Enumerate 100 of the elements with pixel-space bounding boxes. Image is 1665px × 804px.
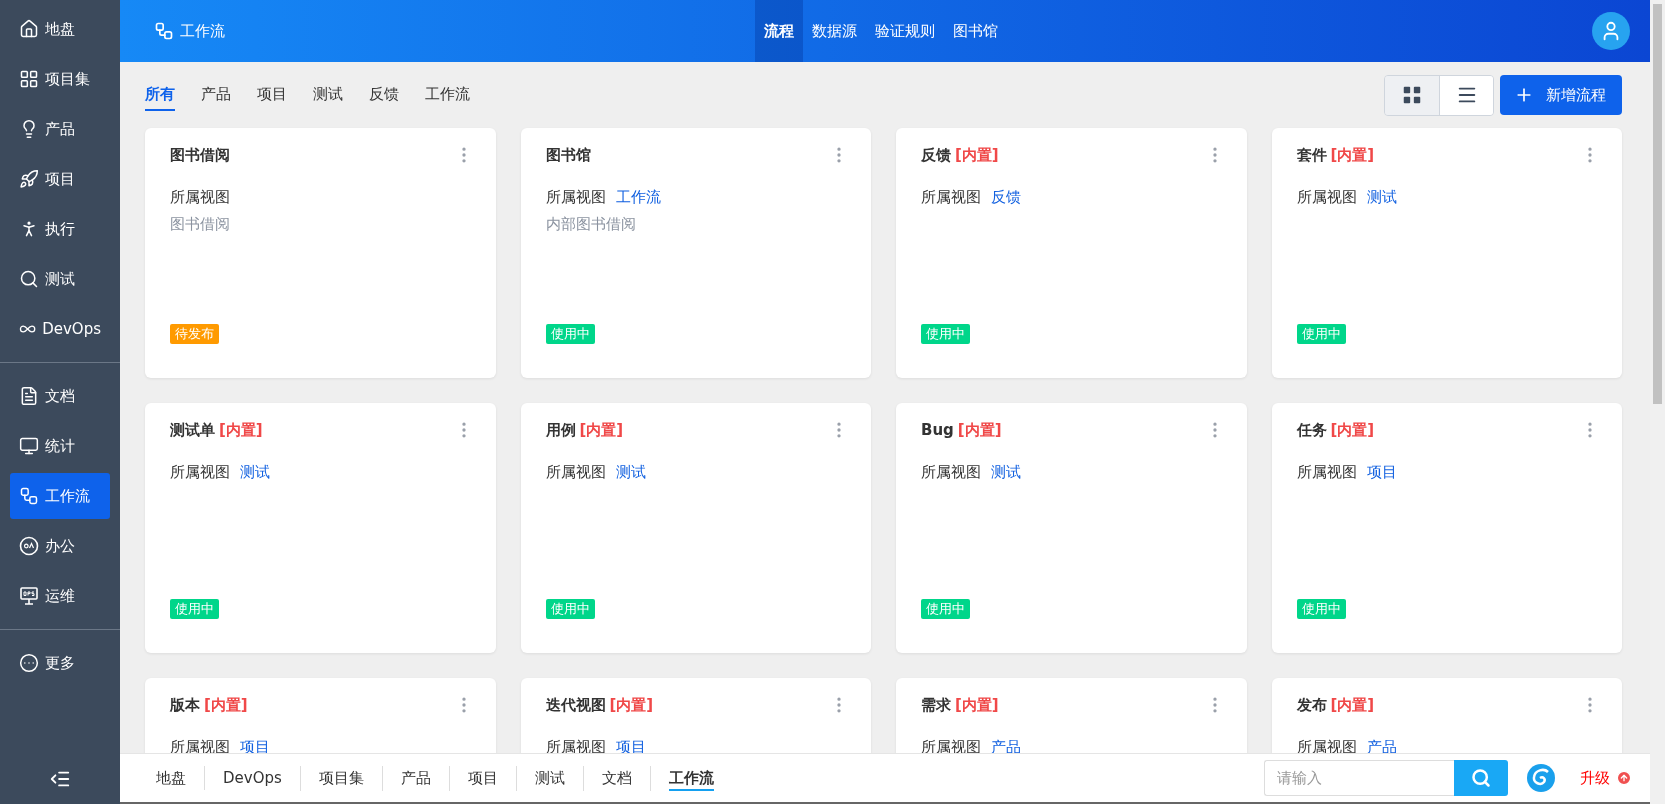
card-description: 图书借阅: [170, 214, 231, 235]
card-title: 任务 [内置]: [1296, 420, 1375, 440]
workflow-card[interactable]: 图书借阅 所属视图 图书借阅 待发布: [145, 128, 496, 378]
filter-tab[interactable]: 测试: [313, 79, 343, 111]
header-nav-tab[interactable]: 流程: [755, 0, 803, 62]
header-nav-tab[interactable]: 验证规则: [866, 0, 944, 62]
filter-tab[interactable]: 产品: [201, 79, 231, 111]
sidebar-item[interactable]: 办公: [10, 523, 110, 569]
workflow-card[interactable]: 测试单 [内置] 所属视图 测试 使用中: [145, 403, 496, 653]
sidebar-item[interactable]: 更多: [10, 640, 110, 686]
header-title: 工作流: [180, 21, 225, 41]
card-description: 内部图书借阅: [545, 214, 637, 235]
card-title: 发布 [内置]: [1296, 695, 1375, 715]
view-link[interactable]: 产品: [1366, 736, 1397, 753]
status-tag: 使用中: [170, 599, 219, 619]
search-button[interactable]: [1454, 760, 1508, 796]
status-tag: 使用中: [921, 324, 970, 344]
view-link[interactable]: 反馈: [991, 186, 1021, 208]
view-label: 所属视图: [545, 462, 606, 483]
bottom-tab[interactable]: 地盘: [138, 765, 204, 791]
view-label: 所属视图: [170, 187, 230, 208]
status-tag: 使用中: [545, 324, 595, 344]
filter-tab[interactable]: 工作流: [425, 79, 470, 111]
search-field[interactable]: 请输入: [1264, 760, 1454, 796]
workflow-card[interactable]: 反馈 [内置] 所属视图 反馈 使用中: [896, 128, 1247, 378]
card-title: 图书借阅: [170, 145, 230, 165]
view-link[interactable]: 测试: [991, 461, 1021, 483]
card-title: Bug [内置]: [921, 420, 1002, 440]
bottom-tab[interactable]: 项目集: [299, 765, 382, 791]
nav-icon: [19, 436, 39, 456]
filter-tab[interactable]: 反馈: [369, 79, 399, 111]
view-label: 所属视图: [921, 462, 981, 483]
card-title: 图书馆: [545, 145, 591, 165]
view-link[interactable]: 测试: [1366, 186, 1397, 208]
bottom-tab[interactable]: 项目: [448, 765, 516, 791]
view-label: 所属视图: [1296, 462, 1357, 483]
sidebar-item[interactable]: 运维: [10, 573, 110, 619]
bottom-tab[interactable]: DevOps: [204, 766, 300, 790]
bottom-tab[interactable]: 文档: [582, 765, 650, 791]
card-title: 迭代视图 [内置]: [545, 695, 654, 715]
view-link[interactable]: 测试: [240, 461, 270, 483]
workflow-card[interactable]: Bug [内置] 所属视图 测试 使用中: [896, 403, 1247, 653]
filter-tab[interactable]: 所有: [145, 79, 175, 111]
view-link[interactable]: 产品: [991, 736, 1021, 753]
sidebar-item[interactable]: DevOps: [10, 306, 110, 352]
list-view-button[interactable]: [1439, 75, 1493, 115]
card-title: 需求 [内置]: [921, 695, 999, 715]
nav-icon: [19, 386, 39, 406]
nav-icon: [19, 169, 39, 189]
arrow-up-icon: [1616, 770, 1632, 786]
view-label: 所属视图: [545, 187, 606, 208]
grid-icon: [1401, 84, 1423, 106]
bottom-tab[interactable]: 测试: [515, 765, 583, 791]
sidebar-item[interactable]: 地盘: [10, 6, 110, 52]
sidebar-item[interactable]: 执行: [10, 206, 110, 252]
nav-icon: [19, 486, 39, 506]
upgrade-link[interactable]: 升级: [1580, 768, 1632, 788]
card-title: 反馈 [内置]: [921, 145, 999, 165]
view-label: 所属视图: [170, 462, 230, 483]
view-label: 所属视图: [1296, 187, 1357, 208]
card-title: 测试单 [内置]: [170, 420, 263, 440]
add-flow-button[interactable]: 新增流程: [1500, 75, 1622, 115]
sidebar-item[interactable]: 项目: [10, 156, 110, 202]
workflow-card[interactable]: 用例 [内置] 所属视图 测试 使用中: [520, 403, 871, 653]
status-tag: 使用中: [545, 599, 595, 619]
header-nav-tab[interactable]: 图书馆: [944, 0, 1007, 62]
status-tag: 使用中: [1296, 324, 1346, 344]
status-tag: 待发布: [170, 324, 219, 344]
swirl-logo-icon[interactable]: [1526, 763, 1556, 793]
card-title: 用例 [内置]: [545, 420, 624, 440]
bottom-tab[interactable]: 工作流: [649, 765, 732, 791]
workflow-card[interactable]: 任务 [内置] 所属视图 项目 使用中: [1271, 403, 1622, 653]
view-link[interactable]: 测试: [615, 461, 646, 483]
sidebar-item[interactable]: 测试: [10, 256, 110, 302]
grid-view-button[interactable]: [1385, 75, 1439, 115]
circle-badge-icon: [19, 536, 39, 556]
filter-tab[interactable]: 项目: [257, 79, 287, 111]
avatar[interactable]: [1592, 12, 1630, 50]
view-label: 所属视图: [921, 187, 981, 208]
card-title: 套件 [内置]: [1296, 145, 1375, 165]
sidebar-item[interactable]: 产品: [10, 106, 110, 152]
workflow-icon: [154, 21, 174, 41]
bottom-tab[interactable]: 产品: [381, 765, 449, 791]
status-tag: 使用中: [1296, 599, 1346, 619]
workflow-card[interactable]: 套件 [内置] 所属视图 测试 使用中: [1271, 128, 1622, 378]
nav-icon: [19, 19, 39, 39]
nav-icon: [19, 269, 39, 289]
status-tag: 使用中: [921, 599, 970, 619]
view-link[interactable]: 工作流: [615, 186, 661, 208]
sidebar-item[interactable]: 文档: [10, 373, 110, 419]
nav-icon: [19, 653, 39, 673]
view-link[interactable]: 项目: [1366, 461, 1397, 483]
monitor-badge-icon: [19, 586, 39, 606]
sidebar-item[interactable]: 项目集: [10, 56, 110, 102]
sidebar-item[interactable]: 统计: [10, 423, 110, 469]
sidebar-item[interactable]: 工作流: [10, 473, 110, 519]
header-nav-tab[interactable]: 数据源: [803, 0, 866, 62]
workflow-card[interactable]: 图书馆 所属视图 工作流 内部图书借阅 使用中: [520, 128, 871, 378]
card-title: 版本 [内置]: [170, 695, 248, 715]
search-icon: [1471, 768, 1491, 788]
